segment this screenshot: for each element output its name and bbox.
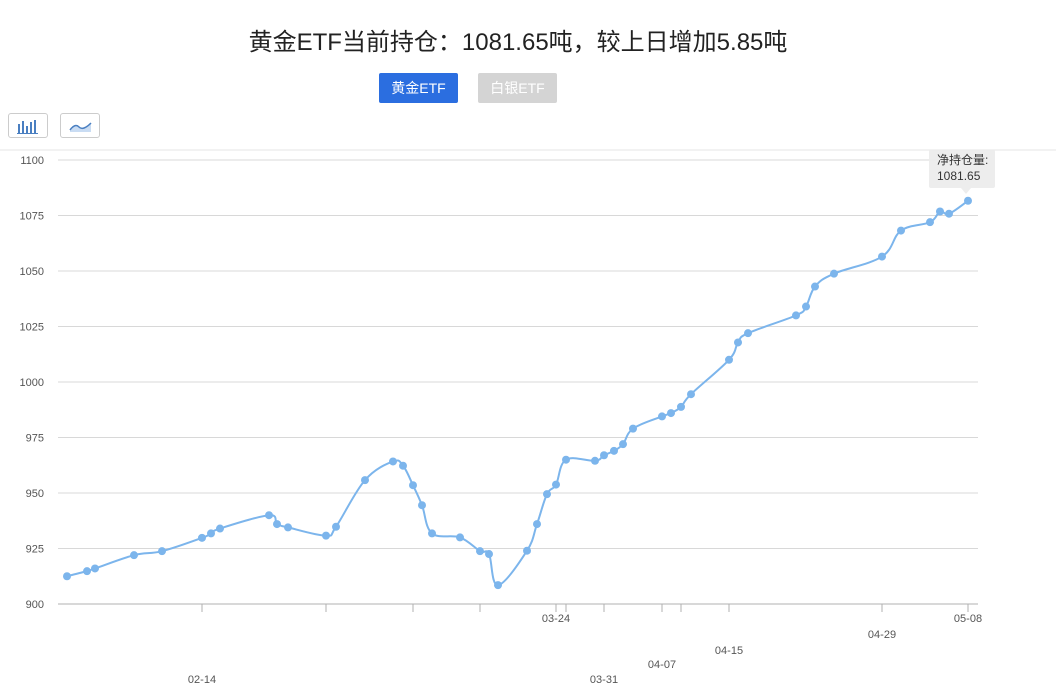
data-point: [494, 581, 502, 590]
data-point: [273, 520, 281, 529]
bar-chart-button[interactable]: [8, 113, 48, 138]
x-tick-label: 05-08: [954, 613, 982, 625]
data-point: [552, 480, 560, 489]
data-point: [591, 456, 599, 465]
data-point: [91, 564, 99, 573]
y-tick-label: 975: [26, 433, 44, 445]
data-point: [389, 457, 397, 466]
data-point: [485, 550, 493, 559]
x-tick-label: 04-29: [868, 629, 896, 641]
line-chart-icon: [69, 122, 92, 132]
y-tick-label: 900: [26, 599, 44, 611]
data-point: [687, 390, 695, 399]
data-point: [802, 302, 810, 311]
data-point: [744, 329, 752, 338]
data-point: [619, 440, 627, 449]
data-point: [945, 209, 953, 218]
data-point: [667, 409, 675, 418]
data-point: [207, 529, 215, 538]
data-point: [533, 520, 541, 529]
data-point: [322, 531, 330, 540]
data-point: [926, 218, 934, 227]
data-point: [476, 547, 484, 556]
tooltip-label: 净持仓量:: [937, 153, 989, 167]
data-point: [629, 424, 637, 433]
y-tick-label: 1000: [20, 377, 44, 389]
data-point: [284, 523, 292, 532]
x-tick-label: 02-14: [188, 674, 216, 686]
data-point: [332, 522, 340, 531]
y-tick-label: 1025: [20, 322, 44, 334]
y-tick-label: 1075: [20, 211, 44, 223]
tooltip-arrow: [961, 188, 971, 194]
series-line: [66, 199, 969, 587]
data-point: [811, 282, 819, 291]
data-point: [677, 402, 685, 411]
tab-silver-etf[interactable]: 白银ETF: [478, 73, 557, 103]
data-point: [936, 207, 944, 216]
x-tick-label: 04-07: [648, 659, 676, 671]
data-point: [456, 533, 464, 542]
bar-chart-icon: [17, 120, 38, 134]
data-point: [734, 338, 742, 347]
y-tick-label: 1050: [20, 266, 44, 278]
data-point: [543, 490, 551, 499]
data-point: [792, 311, 800, 320]
data-point: [428, 529, 436, 538]
data-point: [409, 481, 417, 490]
data-point: [130, 551, 138, 560]
data-point: [418, 501, 426, 510]
data-point: [878, 252, 886, 261]
data-point: [158, 547, 166, 556]
tab-gold-etf[interactable]: 黄金ETF: [379, 73, 458, 103]
tooltip: 净持仓量: 1081.65: [929, 150, 995, 188]
data-point: [83, 567, 91, 576]
y-tick-label: 925: [26, 544, 44, 556]
x-tick-label: 03-24: [542, 613, 570, 625]
data-point: [897, 226, 905, 235]
data-point: [830, 269, 838, 278]
line-chart: 900 925 950 975 1000 1025 1050 1075 1100 02-14 03-…: [0, 149, 1056, 686]
y-tick-label: 1100: [20, 155, 44, 167]
line-chart-button[interactable]: [60, 113, 100, 138]
y-tick-label: 950: [26, 488, 44, 500]
data-point: [610, 446, 618, 455]
x-tick-label: 03-31: [590, 674, 618, 686]
data-point: [216, 524, 224, 533]
page-title: 黄金ETF当前持仓：1081.65吨，较上日增加5.85吨: [248, 29, 788, 56]
x-tick-label: 04-15: [715, 645, 743, 657]
data-point: [361, 476, 369, 485]
data-point: [63, 572, 71, 581]
data-point: [198, 533, 206, 542]
data-point: [600, 451, 608, 460]
etf-tabs: 黄金ETF 白银ETF: [379, 73, 557, 103]
data-point: [265, 511, 273, 520]
data-point: [562, 455, 570, 464]
data-point: [399, 461, 407, 470]
data-point: [725, 355, 733, 364]
tooltip-value: 1081.65: [937, 169, 981, 183]
data-point: [658, 412, 666, 421]
data-point: [523, 546, 531, 555]
data-point: [964, 196, 972, 205]
